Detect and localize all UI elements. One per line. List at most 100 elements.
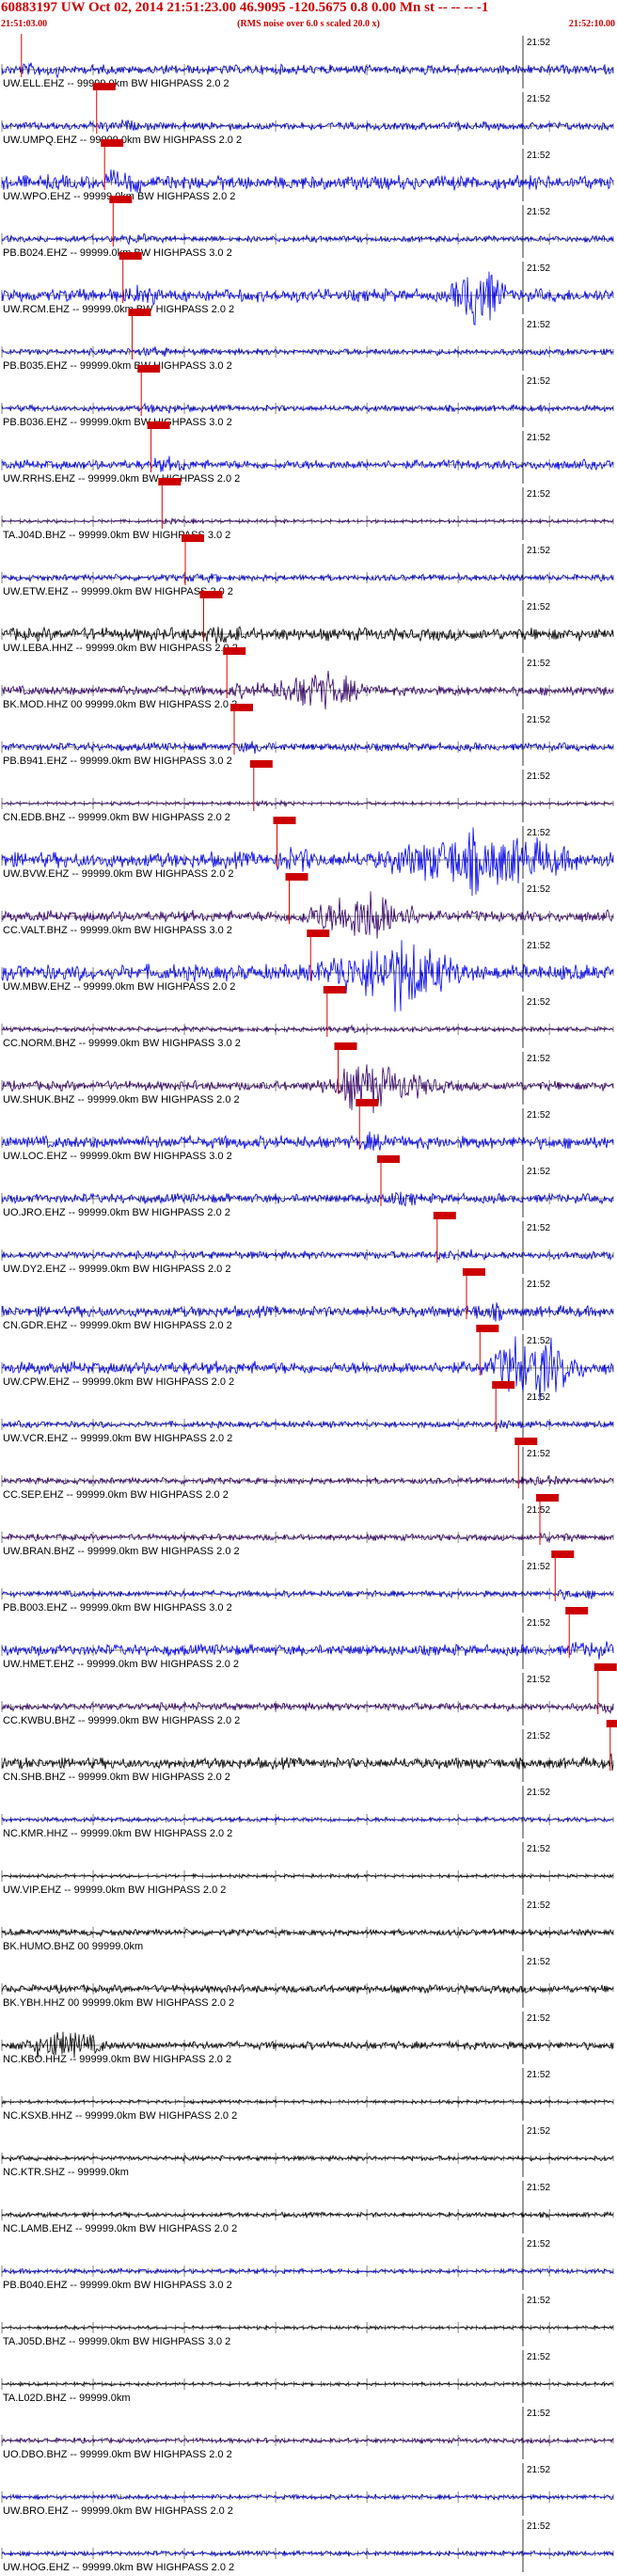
- station-trace: 21:52 UW.BRO.EHZ -- 99999.0km BW HIGHPASS…: [1, 2463, 614, 2517]
- minute-label: 21:52: [527, 2126, 550, 2137]
- station-trace: 21:52 CC.KWBU.BHZ -- 99999.0km BW HIGHPAS…: [1, 1663, 617, 1726]
- pick-flag: [158, 478, 182, 485]
- station-trace: 21:52 UW.SHUK.BHZ -- 99999.0km BW HIGHPAS…: [1, 1042, 614, 1114]
- minute-label: 21:52: [527, 1449, 550, 1459]
- station-label: UW.RCM.EHZ -- 99999.0km BW HIGHPASS 2.0 …: [3, 304, 234, 315]
- pick-flag: [593, 1663, 617, 1671]
- minute-label: 21:52: [527, 1223, 550, 1233]
- minute-label: 21:52: [527, 489, 550, 500]
- station-label: NC.KTR.SHZ -- 99999.0km: [3, 2167, 129, 2178]
- minute-label: 21:52: [527, 1336, 550, 1346]
- waveform: [1, 1336, 614, 1401]
- station-label: UW.LEBA.HHZ -- 99999.0km BW HIGHPASS 2.0…: [3, 643, 238, 654]
- station-label: CC.NORM.BHZ -- 99999.0km BW HIGHPASS 3.0…: [3, 1038, 241, 1049]
- event-title: 60883197 UW Oct 02, 2014 21:51:23.00 46.…: [1, 0, 489, 15]
- station-label: UW.MBW.EHZ -- 99999.0km BW HIGHPASS 2.0 …: [3, 981, 235, 993]
- minute-label: 21:52: [527, 151, 550, 161]
- station-trace: 21:52 UO.DBO.BHZ -- 99999.0km BW HIGHPASS…: [1, 2407, 614, 2460]
- station-label: CN.SHB.BHZ -- 99999.0km BW HIGHPASS 2.0 …: [3, 1772, 230, 1783]
- station-trace: 21:52 TA.J05D.BHZ -- 99999.0km BW HIGHPAS…: [1, 2294, 614, 2347]
- station-label: CN.GDR.EHZ -- 99999.0km BW HIGHPASS 2.0 …: [3, 1320, 232, 1331]
- station-label: NC.KSXB.HHZ -- 99999.0km BW HIGHPASS 2.0…: [3, 2110, 237, 2122]
- waveform: [1, 1588, 614, 1601]
- minute-label: 21:52: [527, 38, 550, 48]
- minute-label: 21:52: [527, 320, 550, 330]
- minute-label: 21:52: [527, 433, 550, 443]
- station-trace: 21:52 UW.BVW.EHZ -- 99999.0km BW HIGHPASS…: [1, 817, 614, 897]
- station-label: PB.B035.EHZ -- 99999.0km BW HIGHPASS 3.0…: [3, 360, 232, 372]
- station-label: UW.LOC.EHZ -- 99999.0km BW HIGHPASS 3.0 …: [3, 1151, 232, 1162]
- minute-label: 21:52: [527, 2521, 550, 2532]
- station-trace: 21:52 BK.MOD.HHZ 00 99999.0km BW HIGHPASS…: [1, 647, 614, 710]
- minute-label: 21:52: [527, 546, 550, 556]
- waveform: [1, 1024, 614, 1034]
- waveform: [1, 2211, 614, 2219]
- time-end: 21:52:10.00: [568, 19, 615, 29]
- pick-flag: [492, 1381, 515, 1389]
- station-label: UW.ELL.EHZ -- 99999.0km BW HIGHPASS 2.0 …: [3, 78, 229, 89]
- pick-flag: [199, 591, 223, 598]
- waveform: [1, 799, 614, 808]
- station-trace: 21:52 NC.KSXB.HHZ -- 99999.0km BW HIGHPAS…: [1, 2068, 614, 2122]
- station-trace: 21:52UW.UMPQ.EHZ -- 99999.0km BW HIGHPAS…: [1, 83, 614, 146]
- minute-label: 21:52: [527, 376, 550, 387]
- station-trace: 21:52 UW.ETW.EHZ -- 99999.0km BW HIGHPASS…: [1, 534, 614, 597]
- station-trace: 21:52 CC.VALT.BHZ -- 99999.0km BW HIGHPAS…: [1, 873, 614, 939]
- station-trace: 21:52 NC.LAMB.EHZ -- 99999.0km BW HIGHPAS…: [1, 2181, 614, 2234]
- station-label: BK.HUMO.BHZ 00 99999.0km: [3, 1941, 143, 1952]
- station-trace: 21:52 UW.ELL.EHZ -- 99999.0km BW HIGHPASS…: [1, 34, 614, 89]
- minute-label: 21:52: [527, 659, 550, 669]
- station-label: CC.VALT.BHZ -- 99999.0km BW HIGHPASS 3.0…: [3, 925, 232, 936]
- station-trace: 21:52 UW.HMET.EHZ -- 99999.0km BW HIGHPAS…: [1, 1607, 614, 1670]
- station-trace: 21:52 UW.VIP.EHZ -- 99999.0km BW HIGHPASS…: [1, 1842, 614, 1896]
- pick-flag: [551, 1550, 575, 1558]
- station-trace: 21:52 TA.L02D.BHZ -- 99999.0km: [1, 2350, 614, 2404]
- station-trace: 21:52 UO.JRO.EHZ -- 99999.0km BW HIGHPASS…: [1, 1155, 614, 1218]
- minute-label: 21:52: [527, 2465, 550, 2475]
- waveform: [1, 232, 614, 246]
- station-label: UW.VIP.EHZ -- 99999.0km BW HIGHPASS 2.0 …: [3, 1884, 226, 1896]
- station-label: UW.HOG.EHZ -- 99999.0km BW HIGHPASS 2.0 …: [3, 2562, 234, 2573]
- minute-label: 21:52: [527, 828, 550, 838]
- waveform: [1, 1131, 614, 1152]
- minute-label: 21:52: [527, 1731, 550, 1741]
- station-label: UW.VCR.EHZ -- 99999.0km BW HIGHPASS 2.0 …: [3, 1433, 232, 1444]
- station-trace: 21:52 PB.B941.EHZ -- 99999.0km BW HIGHPAS…: [1, 704, 614, 767]
- station-trace: 21:52 UW.RCM.EHZ -- 99999.0km BW HIGHPASS…: [1, 252, 614, 326]
- station-trace: 21:52 BK.YBH.HHZ 00 99999.0km BW HIGHPASS…: [1, 1955, 614, 2009]
- pick-flag: [182, 534, 204, 542]
- minute-label: 21:52: [527, 1844, 550, 1854]
- minute-label: 21:52: [527, 207, 550, 217]
- station-trace: 21:52 BK.HUMO.BHZ 00 99999.0km: [1, 1899, 614, 1952]
- header: 60883197 UW Oct 02, 2014 21:51:23.00 46.…: [0, 0, 617, 34]
- pick-flag: [285, 873, 308, 881]
- pick-flag: [565, 1607, 589, 1614]
- station-trace: 21:52 PB.B040.EHZ -- 99999.0km BW HIGHPAS…: [1, 2237, 614, 2291]
- pick-flag: [323, 986, 346, 994]
- minute-label: 21:52: [527, 1900, 550, 1911]
- minute-label: 21:52: [527, 1392, 550, 1403]
- station-label: UW.BRO.EHZ -- 99999.0km BW HIGHPASS 2.0 …: [3, 2505, 233, 2517]
- pick-flag: [147, 421, 170, 429]
- station-label: PB.B040.EHZ -- 99999.0km BW HIGHPASS 3.0…: [3, 2280, 232, 2291]
- minute-label: 21:52: [527, 2296, 550, 2306]
- waveform: [1, 1532, 614, 1543]
- station-label: UW.DY2.EHZ -- 99999.0km BW HIGHPASS 2.0 …: [3, 1264, 230, 1275]
- minute-label: 21:52: [527, 884, 550, 895]
- station-label: CC.SEP.EHZ -- 99999.0km BW HIGHPASS 2.0 …: [3, 1489, 229, 1501]
- station-trace: 21:52 NC.KBO.HHZ -- 99999.0km BW HIGHPASS…: [1, 2012, 614, 2065]
- minute-label: 21:52: [527, 94, 550, 104]
- pick-flag: [433, 1212, 456, 1219]
- minute-label: 21:52: [527, 715, 550, 725]
- station-label: NC.KBO.HHZ -- 99999.0km BW HIGHPASS 2.0 …: [3, 2054, 231, 2065]
- station-label: UW.ETW.EHZ -- 99999.0km BW HIGHPASS 2.0 …: [3, 586, 233, 597]
- pick-flag: [223, 647, 246, 655]
- minute-label: 21:52: [527, 1110, 550, 1121]
- station-trace: 21:52 PB.B035.EHZ -- 99999.0km BW HIGHPAS…: [1, 309, 614, 372]
- minute-label: 21:52: [527, 2013, 550, 2024]
- pick-flag: [249, 760, 273, 768]
- station-label: UO.DBO.BHZ -- 99999.0km BW HIGHPASS 2.0 …: [3, 2449, 232, 2460]
- pick-flag: [128, 309, 151, 316]
- station-trace: 21:52 PB.B036.EHZ -- 99999.0km BW HIGHPAS…: [1, 365, 614, 428]
- pick-flag: [273, 817, 296, 824]
